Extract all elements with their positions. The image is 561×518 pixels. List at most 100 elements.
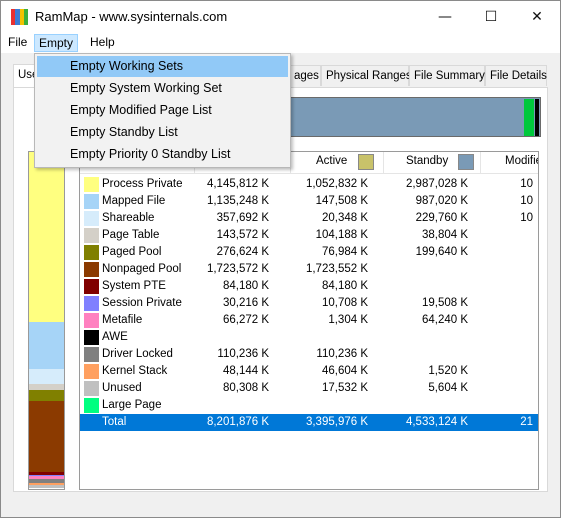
table-row[interactable]: Page Table 143,572 K 104,188 K 38,804 K <box>80 227 538 244</box>
memory-bar-end-segment <box>535 99 539 136</box>
standby-cell: 5,604 K <box>428 382 468 394</box>
table-row[interactable]: Kernel Stack 48,144 K 46,604 K 1,520 K <box>80 363 538 380</box>
standby-color-swatch <box>458 154 474 170</box>
total-cell: 4,145,812 K <box>206 178 269 190</box>
row-label: Driver Locked <box>102 348 173 360</box>
active-cell: 104,188 K <box>315 229 368 241</box>
modified-cell: 10 <box>520 178 533 190</box>
active-cell: 147,508 K <box>315 195 368 207</box>
standby-cell: 199,640 K <box>415 246 468 258</box>
category-color-swatch <box>84 211 99 226</box>
tab-file-summary[interactable]: File Summary <box>409 65 485 86</box>
total-cell: 276,624 K <box>216 246 269 258</box>
tab-file-details[interactable]: File Details <box>485 65 547 86</box>
category-color-swatch <box>84 313 99 328</box>
menu-file[interactable]: File <box>4 34 31 52</box>
app-icon-stripe <box>23 9 28 25</box>
modified-cell: 10 <box>520 212 533 224</box>
row-label: Nonpaged Pool <box>102 263 182 275</box>
table-row[interactable]: Nonpaged Pool 1,723,572 K 1,723,552 K <box>80 261 538 278</box>
table-row[interactable]: System PTE 84,180 K 84,180 K <box>80 278 538 295</box>
standby-cell: 4,533,124 K <box>405 416 468 428</box>
standby-cell: 64,240 K <box>421 314 468 326</box>
column-separator[interactable] <box>480 152 481 174</box>
row-label: Session Private <box>102 297 182 309</box>
active-cell: 1,304 K <box>328 314 368 326</box>
close-button[interactable]: ✕ <box>514 1 560 33</box>
usage-column-segment <box>29 322 64 369</box>
active-cell: 46,604 K <box>321 365 368 377</box>
standby-cell: 38,804 K <box>421 229 468 241</box>
modified-cell: 21 <box>520 416 533 428</box>
row-label: System PTE <box>102 280 166 292</box>
column-separator[interactable] <box>383 152 384 174</box>
active-cell: 20,348 K <box>321 212 368 224</box>
table-row[interactable]: Large Page <box>80 397 538 414</box>
row-label: Large Page <box>102 399 162 411</box>
table-row[interactable]: Paged Pool 276,624 K 76,984 K 199,640 K <box>80 244 538 261</box>
dropdown-item-empty-modified-page-list[interactable]: Empty Modified Page List <box>37 100 288 121</box>
table-row[interactable]: Unused 80,308 K 17,532 K 5,604 K <box>80 380 538 397</box>
row-label: Metafile <box>102 314 143 326</box>
row-label: Shareable <box>102 212 155 224</box>
total-cell: 110,236 K <box>217 348 269 360</box>
table-row[interactable]: Shareable 357,692 K 20,348 K 229,760 K 10 <box>80 210 538 227</box>
header-modified[interactable]: Modifie <box>505 155 538 167</box>
table-row[interactable]: Mapped File 1,135,248 K 147,508 K 987,020 K… <box>80 193 538 210</box>
table-row[interactable]: AWE <box>80 329 538 346</box>
active-cell: 10,708 K <box>321 297 368 309</box>
maximize-button[interactable]: ☐ <box>468 1 514 33</box>
total-cell: 1,723,572 K <box>206 263 269 275</box>
dropdown-item-empty-priority-0-standby-list[interactable]: Empty Priority 0 Standby List <box>37 144 288 165</box>
active-cell: 110,236 K <box>316 348 368 360</box>
usage-column-segment <box>29 369 64 384</box>
memory-bar-free-segment <box>524 99 534 136</box>
total-cell: 8,201,876 K <box>206 416 269 428</box>
header-standby[interactable]: Standby <box>406 155 448 167</box>
dropdown-item-empty-system-working-set[interactable]: Empty System Working Set <box>37 78 288 99</box>
table-row-total[interactable]: Total 8,201,876 K 3,395,976 K 4,533,124 K 21 <box>80 414 538 431</box>
active-cell: 17,532 K <box>321 382 368 394</box>
tab-physical-ranges[interactable]: Physical Ranges <box>321 65 412 86</box>
category-color-swatch <box>84 194 99 209</box>
standby-cell: 1,520 K <box>428 365 468 377</box>
active-cell: 3,395,976 K <box>305 416 368 428</box>
use-counts-table[interactable]: Active Standby Modifie Process Private 4,… <box>79 151 539 490</box>
category-color-swatch <box>84 245 99 260</box>
modified-cell: 10 <box>520 195 533 207</box>
category-color-swatch <box>84 228 99 243</box>
total-cell: 80,308 K <box>222 382 269 394</box>
title-bar[interactable]: RamMap - www.sysinternals.com — ☐ ✕ <box>1 1 560 33</box>
row-label: Process Private <box>102 178 183 190</box>
table-row[interactable]: Driver Locked 110,236 K 110,236 K <box>80 346 538 363</box>
menu-help[interactable]: Help <box>86 34 119 52</box>
row-label: Kernel Stack <box>102 365 168 377</box>
row-label: Page Table <box>102 229 160 241</box>
active-cell: 1,052,832 K <box>305 178 368 190</box>
category-color-swatch <box>84 262 99 277</box>
active-cell: 1,723,552 K <box>305 263 368 275</box>
row-label: Paged Pool <box>102 246 162 258</box>
dropdown-item-empty-standby-list[interactable]: Empty Standby List <box>37 122 288 143</box>
table-row[interactable]: Process Private 4,145,812 K 1,052,832 K 2,9… <box>80 176 538 193</box>
row-label: Total <box>102 416 127 428</box>
category-color-swatch <box>84 330 99 345</box>
active-cell: 84,180 K <box>321 280 368 292</box>
menu-empty[interactable]: Empty <box>34 34 79 52</box>
minimize-button[interactable]: — <box>422 1 468 33</box>
category-color-swatch <box>84 279 99 294</box>
category-color-swatch <box>84 381 99 396</box>
category-color-swatch <box>84 398 99 413</box>
total-cell: 1,135,248 K <box>206 195 269 207</box>
category-color-swatch <box>84 347 99 362</box>
usage-column-segment <box>29 390 64 401</box>
rammap-app-icon <box>11 9 28 25</box>
table-row[interactable]: Session Private 30,216 K 10,708 K 19,508 K <box>80 295 538 312</box>
usage-column-segment <box>29 485 64 488</box>
total-cell: 48,144 K <box>222 365 269 377</box>
dropdown-item-empty-working-sets[interactable]: Empty Working Sets <box>37 56 288 77</box>
tab-physical-pages[interactable]: ages <box>289 65 321 86</box>
header-active[interactable]: Active <box>316 155 347 167</box>
total-cell: 30,216 K <box>222 297 269 309</box>
table-row[interactable]: Metafile 66,272 K 1,304 K 64,240 K <box>80 312 538 329</box>
